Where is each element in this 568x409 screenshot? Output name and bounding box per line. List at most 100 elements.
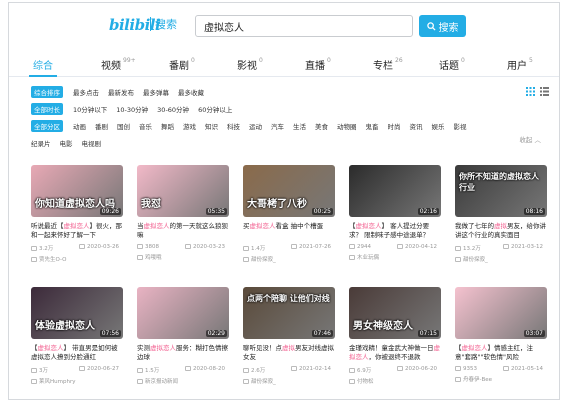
zone-option[interactable]: 知识 bbox=[205, 121, 218, 131]
zone-option[interactable]: 汽车 bbox=[271, 121, 284, 131]
order-option[interactable]: 最多点击 bbox=[73, 87, 99, 97]
zone-option[interactable]: 电影 bbox=[60, 138, 73, 148]
upload-date-value: 2020-06-20 bbox=[405, 366, 437, 372]
zone-option[interactable]: 国创 bbox=[117, 121, 130, 131]
tab-film[interactable]: 影视0 bbox=[237, 57, 263, 72]
search-input[interactable] bbox=[196, 16, 412, 37]
video-duration: 07:56 bbox=[99, 330, 121, 337]
zone-option[interactable]: 生活 bbox=[293, 121, 306, 131]
video-thumbnail[interactable]: 你知道虚拟恋人吗 09:26 bbox=[31, 165, 123, 217]
video-thumbnail[interactable]: 02:16 bbox=[349, 165, 441, 217]
tab-label: 番剧 bbox=[169, 61, 189, 72]
zone-option[interactable]: 影视 bbox=[454, 121, 467, 131]
uploader[interactable]: 木业玩偶 bbox=[349, 253, 441, 261]
zone-option[interactable]: 全部分区 bbox=[31, 120, 63, 132]
duration-option[interactable]: 10分钟以下 bbox=[73, 104, 107, 114]
zone-option[interactable]: 音乐 bbox=[139, 121, 152, 131]
order-option[interactable]: 最多收藏 bbox=[178, 87, 204, 97]
search-box[interactable] bbox=[195, 15, 413, 37]
video-card[interactable]: 点两个陪聊 让他们对线 07:46 聊听见没！点虚拟男友对线虚拟女友 2.6万 2021… bbox=[243, 287, 335, 385]
zone-option[interactable]: 资讯 bbox=[410, 121, 423, 131]
zone-option[interactable]: 游戏 bbox=[183, 121, 196, 131]
title-keyword-highlight: 虚拟 bbox=[494, 222, 507, 230]
zone-option[interactable]: 舞蹈 bbox=[161, 121, 174, 131]
video-title[interactable]: 听说最近【虚拟恋人】很火，那和一起来怀好了解一下 bbox=[31, 222, 123, 240]
video-thumbnail[interactable]: 点两个陪聊 让他们对线 07:46 bbox=[243, 287, 335, 339]
video-thumbnail[interactable]: 大哥栲了八秒 00:25 bbox=[243, 165, 335, 217]
video-thumbnail[interactable]: 03:07 bbox=[455, 287, 547, 339]
video-thumbnail[interactable]: 男女神级恋人 07:15 bbox=[349, 287, 441, 339]
zone-option[interactable]: 时尚 bbox=[388, 121, 401, 131]
video-card[interactable]: 男女神级恋人 07:15 金瑾戏精！童金武大神做一日虚拟恋人，你被退终不退款 6.9万… bbox=[349, 287, 441, 385]
uploader[interactable]: 甜份探寂_ bbox=[243, 255, 335, 263]
zone-option[interactable]: 动画 bbox=[73, 121, 86, 131]
collapse-filters-button[interactable]: 收起 ︿ bbox=[519, 134, 541, 144]
video-card[interactable]: 大哥栲了八秒 00:25 买虚拟恋人看盒 抽中个槽蛋 1.4万 2021-07-26 甜份… bbox=[243, 165, 335, 263]
order-option[interactable]: 综合排序 bbox=[31, 86, 63, 98]
play-count-value: 3万 bbox=[39, 368, 48, 374]
zone-option[interactable]: 番剧 bbox=[95, 121, 108, 131]
duration-option[interactable]: 10-30分钟 bbox=[116, 104, 148, 114]
tab-topic[interactable]: 话题0 bbox=[439, 57, 465, 72]
video-title[interactable]: 聊听见没！点虚拟男友对线虚拟女友 bbox=[243, 344, 335, 362]
upload-date-value: 2020-04-12 bbox=[405, 244, 437, 250]
duration-option[interactable]: 30-60分钟 bbox=[157, 104, 189, 114]
video-meta: 2.6万 2021-02-14 bbox=[243, 366, 335, 374]
uploader[interactable]: 甜份探寂_ bbox=[455, 255, 547, 263]
video-card[interactable]: 你知道虚拟恋人吗 09:26 听说最近【虚拟恋人】很火，那和一起来怀好了解一下 3.2… bbox=[31, 165, 123, 263]
video-title[interactable]: 实测虚拟恋人服务：糊打色情擦边球 bbox=[137, 344, 229, 362]
uploader[interactable]: 舟春伊-Bee bbox=[455, 375, 547, 383]
tab-count: 99+ bbox=[123, 57, 136, 64]
duration-option[interactable]: 全部时长 bbox=[31, 103, 63, 115]
video-card[interactable]: 02:16 【虚拟恋人】 客人提过分要求？ 限制味子感中途退单？ 2944 2020-… bbox=[349, 165, 441, 261]
order-option[interactable]: 最多弹幕 bbox=[143, 87, 169, 97]
video-thumbnail[interactable]: 我怼 05:35 bbox=[137, 165, 229, 217]
uploader-name: 新京报动新闻 bbox=[145, 379, 179, 385]
tab-live[interactable]: 直播0 bbox=[305, 57, 331, 72]
video-card[interactable]: 03:07 【虚拟恋人】情感主红，注意"套路""软色情"风险 9353 2021-05… bbox=[455, 287, 547, 383]
video-title[interactable]: 【虚拟恋人】情感主红，注意"套路""软色情"风险 bbox=[455, 344, 547, 362]
video-title[interactable]: 买虚拟恋人看盒 抽中个槽蛋 bbox=[243, 222, 335, 240]
tab-video[interactable]: 视频99+ bbox=[101, 57, 136, 72]
video-thumbnail[interactable]: 体验虚拟恋人 07:56 bbox=[31, 287, 123, 339]
zone-option[interactable]: 电视剧 bbox=[82, 138, 102, 148]
video-thumbnail[interactable]: 02:29 bbox=[137, 287, 229, 339]
tab-bangumi[interactable]: 番剧0 bbox=[169, 57, 195, 72]
video-card[interactable]: 02:29 实测虚拟恋人服务：糊打色情擦边球 1.5万 2020-08-20 新京报动新… bbox=[137, 287, 229, 385]
video-title[interactable]: 金瑾戏精！童金武大神做一日虚拟恋人，你被退终不退款 bbox=[349, 344, 441, 362]
upload-date-value: 2020-03-26 bbox=[87, 244, 119, 250]
uploader[interactable]: 鸡哦哦 bbox=[137, 253, 229, 261]
zone-option[interactable]: 运动 bbox=[249, 121, 262, 131]
search-button[interactable]: 搜索 bbox=[419, 15, 466, 37]
zone-option[interactable]: 鬼畜 bbox=[366, 121, 379, 131]
uploader[interactable]: 付物松 bbox=[349, 377, 441, 385]
uploader[interactable]: 莱风Humphry bbox=[31, 377, 123, 385]
video-duration: 08:16 bbox=[523, 208, 545, 215]
video-thumbnail[interactable]: 你所不知道的虚拟恋人行业 08:16 bbox=[455, 165, 547, 217]
video-card[interactable]: 体验虚拟恋人 07:56 【虚拟恋人】 带直男是如何被虚拟恋人撩到分脸通红 3万 202… bbox=[31, 287, 123, 385]
zone-option[interactable]: 纪录片 bbox=[31, 138, 51, 148]
play-count-value: 1.4万 bbox=[251, 246, 266, 252]
video-card[interactable]: 你所不知道的虚拟恋人行业 08:16 我做了七年的虚拟男友，给你讲讲这个行业的真实面… bbox=[455, 165, 547, 263]
tab-user[interactable]: 用户5 bbox=[507, 57, 533, 72]
bilibili-logo[interactable]: bilibili bbox=[109, 16, 161, 34]
video-title[interactable]: 【虚拟恋人】 客人提过分要求？ 限制味子感中途退单？ bbox=[349, 222, 441, 240]
zone-option[interactable]: 动物圈 bbox=[337, 121, 357, 131]
order-filter-row: 综合排序 最多点击 最新发布 最多弹幕 最多收藏 bbox=[31, 85, 551, 99]
zone-option[interactable]: 美食 bbox=[315, 121, 328, 131]
calendar-icon bbox=[291, 244, 298, 249]
calendar-icon bbox=[503, 366, 510, 371]
tab-all[interactable]: 综合 bbox=[33, 57, 53, 72]
video-card[interactable]: 我怼 05:35 当虚拟恋人的第一天就这么狼狈嘛 3808 2020-03-23 鸡哦哦 bbox=[137, 165, 229, 261]
uploader[interactable]: 新京报动新闻 bbox=[137, 377, 229, 385]
duration-option[interactable]: 60分钟以上 bbox=[198, 104, 232, 114]
video-title[interactable]: 【虚拟恋人】 带直男是如何被虚拟恋人撩到分脸通红 bbox=[31, 344, 123, 362]
zone-option[interactable]: 科技 bbox=[227, 121, 240, 131]
uploader[interactable]: 贾先生O-O bbox=[31, 255, 123, 263]
order-option[interactable]: 最新发布 bbox=[108, 87, 134, 97]
zone-option[interactable]: 娱乐 bbox=[432, 121, 445, 131]
video-title[interactable]: 我做了七年的虚拟男友，给你讲讲这个行业的真实面目 bbox=[455, 222, 547, 240]
tab-article[interactable]: 专栏26 bbox=[373, 57, 403, 72]
uploader[interactable]: 甜份探寂_ bbox=[243, 377, 335, 385]
video-title[interactable]: 当虚拟恋人的第一天就这么狼狈嘛 bbox=[137, 222, 229, 240]
